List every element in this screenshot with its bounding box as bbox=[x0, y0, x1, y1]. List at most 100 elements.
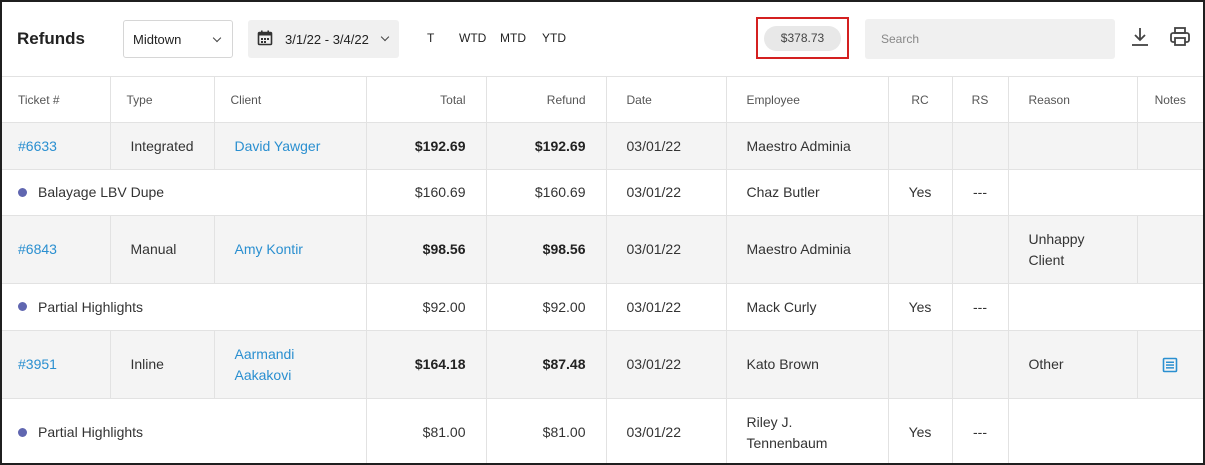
rc-cell bbox=[888, 215, 953, 284]
download-icon[interactable] bbox=[1129, 26, 1151, 48]
service-date: 03/01/22 bbox=[606, 398, 727, 463]
ticket-number-link[interactable]: #3951 bbox=[2, 330, 111, 399]
ticket-row[interactable]: #6843 Manual Amy Kontir $98.56 $98.56 03… bbox=[2, 215, 1203, 284]
rs-cell: --- bbox=[952, 169, 1009, 216]
ticket-total: $192.69 bbox=[366, 122, 487, 170]
ticket-number-link[interactable]: #6843 bbox=[2, 215, 111, 284]
chevron-down-icon bbox=[212, 33, 222, 43]
reason-cell: Unhappy Client bbox=[1008, 215, 1138, 284]
rc-cell: Yes bbox=[888, 283, 953, 331]
page-title: Refunds bbox=[17, 29, 85, 48]
column-header[interactable]: Ticket # bbox=[2, 76, 111, 123]
service-name: Balayage LBV Dupe bbox=[38, 184, 165, 200]
client-link[interactable]: Amy Kontir bbox=[214, 215, 367, 284]
employee-name: Kato Brown bbox=[726, 330, 889, 399]
service-date: 03/01/22 bbox=[606, 169, 727, 216]
service-refund: $92.00 bbox=[486, 283, 607, 331]
notes-cell bbox=[1137, 215, 1203, 284]
date-range-picker[interactable]: 3/1/22 - 3/4/22 bbox=[248, 20, 399, 58]
rs-cell bbox=[952, 215, 1009, 284]
period-ytd-button[interactable]: YTD bbox=[542, 31, 566, 45]
column-header[interactable]: RS bbox=[952, 76, 1009, 123]
rc-cell bbox=[888, 330, 953, 399]
rs-cell bbox=[952, 330, 1009, 399]
service-empty-cell bbox=[1008, 283, 1203, 331]
rc-cell bbox=[888, 122, 953, 170]
employee-name: Chaz Butler bbox=[726, 169, 889, 216]
ticket-row[interactable]: #6633 Integrated David Yawger $192.69 $1… bbox=[2, 122, 1203, 170]
refund-total-badge: $378.73 bbox=[764, 26, 841, 51]
ticket-date: 03/01/22 bbox=[606, 122, 727, 170]
ticket-date: 03/01/22 bbox=[606, 215, 727, 284]
notes-cell bbox=[1137, 330, 1203, 399]
service-cell: Partial Highlights bbox=[2, 283, 367, 331]
employee-name: Riley J. Tennenbaum bbox=[726, 398, 889, 463]
ticket-date: 03/01/22 bbox=[606, 330, 727, 399]
column-header[interactable]: Client bbox=[214, 76, 367, 123]
calendar-icon bbox=[257, 30, 273, 46]
service-row: Balayage LBV Dupe $160.69 $160.69 03/01/… bbox=[2, 169, 1203, 216]
column-header[interactable]: Reason bbox=[1008, 76, 1138, 123]
reason-cell: Other bbox=[1008, 330, 1138, 399]
service-total: $81.00 bbox=[366, 398, 487, 463]
service-dot-icon bbox=[18, 427, 27, 437]
ticket-type: Inline bbox=[110, 330, 215, 399]
ticket-total: $164.18 bbox=[366, 330, 487, 399]
service-empty-cell bbox=[1008, 398, 1203, 463]
service-cell: Balayage LBV Dupe bbox=[2, 169, 367, 216]
employee-name: Mack Curly bbox=[726, 283, 889, 331]
ticket-type: Integrated bbox=[110, 122, 215, 170]
column-header[interactable]: Type bbox=[110, 76, 215, 123]
client-link[interactable]: Aarmandi Aakakovi bbox=[214, 330, 367, 399]
service-name: Partial Highlights bbox=[38, 298, 144, 315]
rs-cell: --- bbox=[952, 283, 1009, 331]
location-dropdown[interactable]: Midtown bbox=[123, 20, 233, 58]
employee-name: Maestro Adminia bbox=[726, 215, 889, 284]
total-highlight: $378.73 bbox=[756, 17, 849, 59]
service-row: Partial Highlights $81.00 $81.00 03/01/2… bbox=[2, 398, 1203, 463]
column-header[interactable]: Notes bbox=[1137, 76, 1203, 123]
note-icon[interactable] bbox=[1162, 357, 1178, 373]
reason-cell bbox=[1008, 122, 1138, 170]
service-cell: Partial Highlights bbox=[2, 398, 367, 463]
column-header[interactable]: Refund bbox=[486, 76, 607, 123]
column-header[interactable]: Employee bbox=[726, 76, 889, 123]
ticket-refund: $87.48 bbox=[486, 330, 607, 399]
rs-cell bbox=[952, 122, 1009, 170]
period-wtd-button[interactable]: WTD bbox=[459, 31, 486, 45]
column-header[interactable]: Total bbox=[366, 76, 487, 123]
service-row: Partial Highlights $92.00 $92.00 03/01/2… bbox=[2, 283, 1203, 331]
ticket-refund: $98.56 bbox=[486, 215, 607, 284]
service-total: $160.69 bbox=[366, 169, 487, 216]
rs-cell: --- bbox=[952, 398, 1009, 463]
service-dot-icon bbox=[18, 187, 27, 197]
chevron-down-icon bbox=[380, 32, 390, 42]
date-range-value: 3/1/22 - 3/4/22 bbox=[285, 32, 369, 47]
notes-cell bbox=[1137, 122, 1203, 170]
rc-cell: Yes bbox=[888, 169, 953, 216]
period-mtd-button[interactable]: MTD bbox=[500, 31, 526, 45]
refunds-report: Refunds Midtown 3/1/22 - 3/4/22 T WTD MT… bbox=[0, 0, 1205, 465]
ticket-total: $98.56 bbox=[366, 215, 487, 284]
employee-name: Maestro Adminia bbox=[726, 122, 889, 170]
service-empty-cell bbox=[1008, 169, 1203, 216]
ticket-type: Manual bbox=[110, 215, 215, 284]
service-date: 03/01/22 bbox=[606, 283, 727, 331]
refunds-table: Ticket # Type Client Total Refund Date E… bbox=[2, 76, 1203, 463]
column-header[interactable]: Date bbox=[606, 76, 727, 123]
service-total: $92.00 bbox=[366, 283, 487, 331]
rc-cell: Yes bbox=[888, 398, 953, 463]
table-header-row: Ticket # Type Client Total Refund Date E… bbox=[2, 76, 1203, 123]
report-header: Refunds Midtown 3/1/22 - 3/4/22 T WTD MT… bbox=[2, 2, 1203, 76]
print-icon[interactable] bbox=[1169, 26, 1191, 48]
period-today-button[interactable]: T bbox=[427, 31, 434, 45]
service-refund: $81.00 bbox=[486, 398, 607, 463]
search-input[interactable] bbox=[865, 19, 1115, 59]
column-header[interactable]: RC bbox=[888, 76, 953, 123]
ticket-number-link[interactable]: #6633 bbox=[2, 122, 111, 170]
client-link[interactable]: David Yawger bbox=[214, 122, 367, 170]
service-refund: $160.69 bbox=[486, 169, 607, 216]
service-dot-icon bbox=[18, 302, 27, 312]
ticket-row[interactable]: #3951 Inline Aarmandi Aakakovi $164.18 $… bbox=[2, 330, 1203, 399]
ticket-refund: $192.69 bbox=[486, 122, 607, 170]
